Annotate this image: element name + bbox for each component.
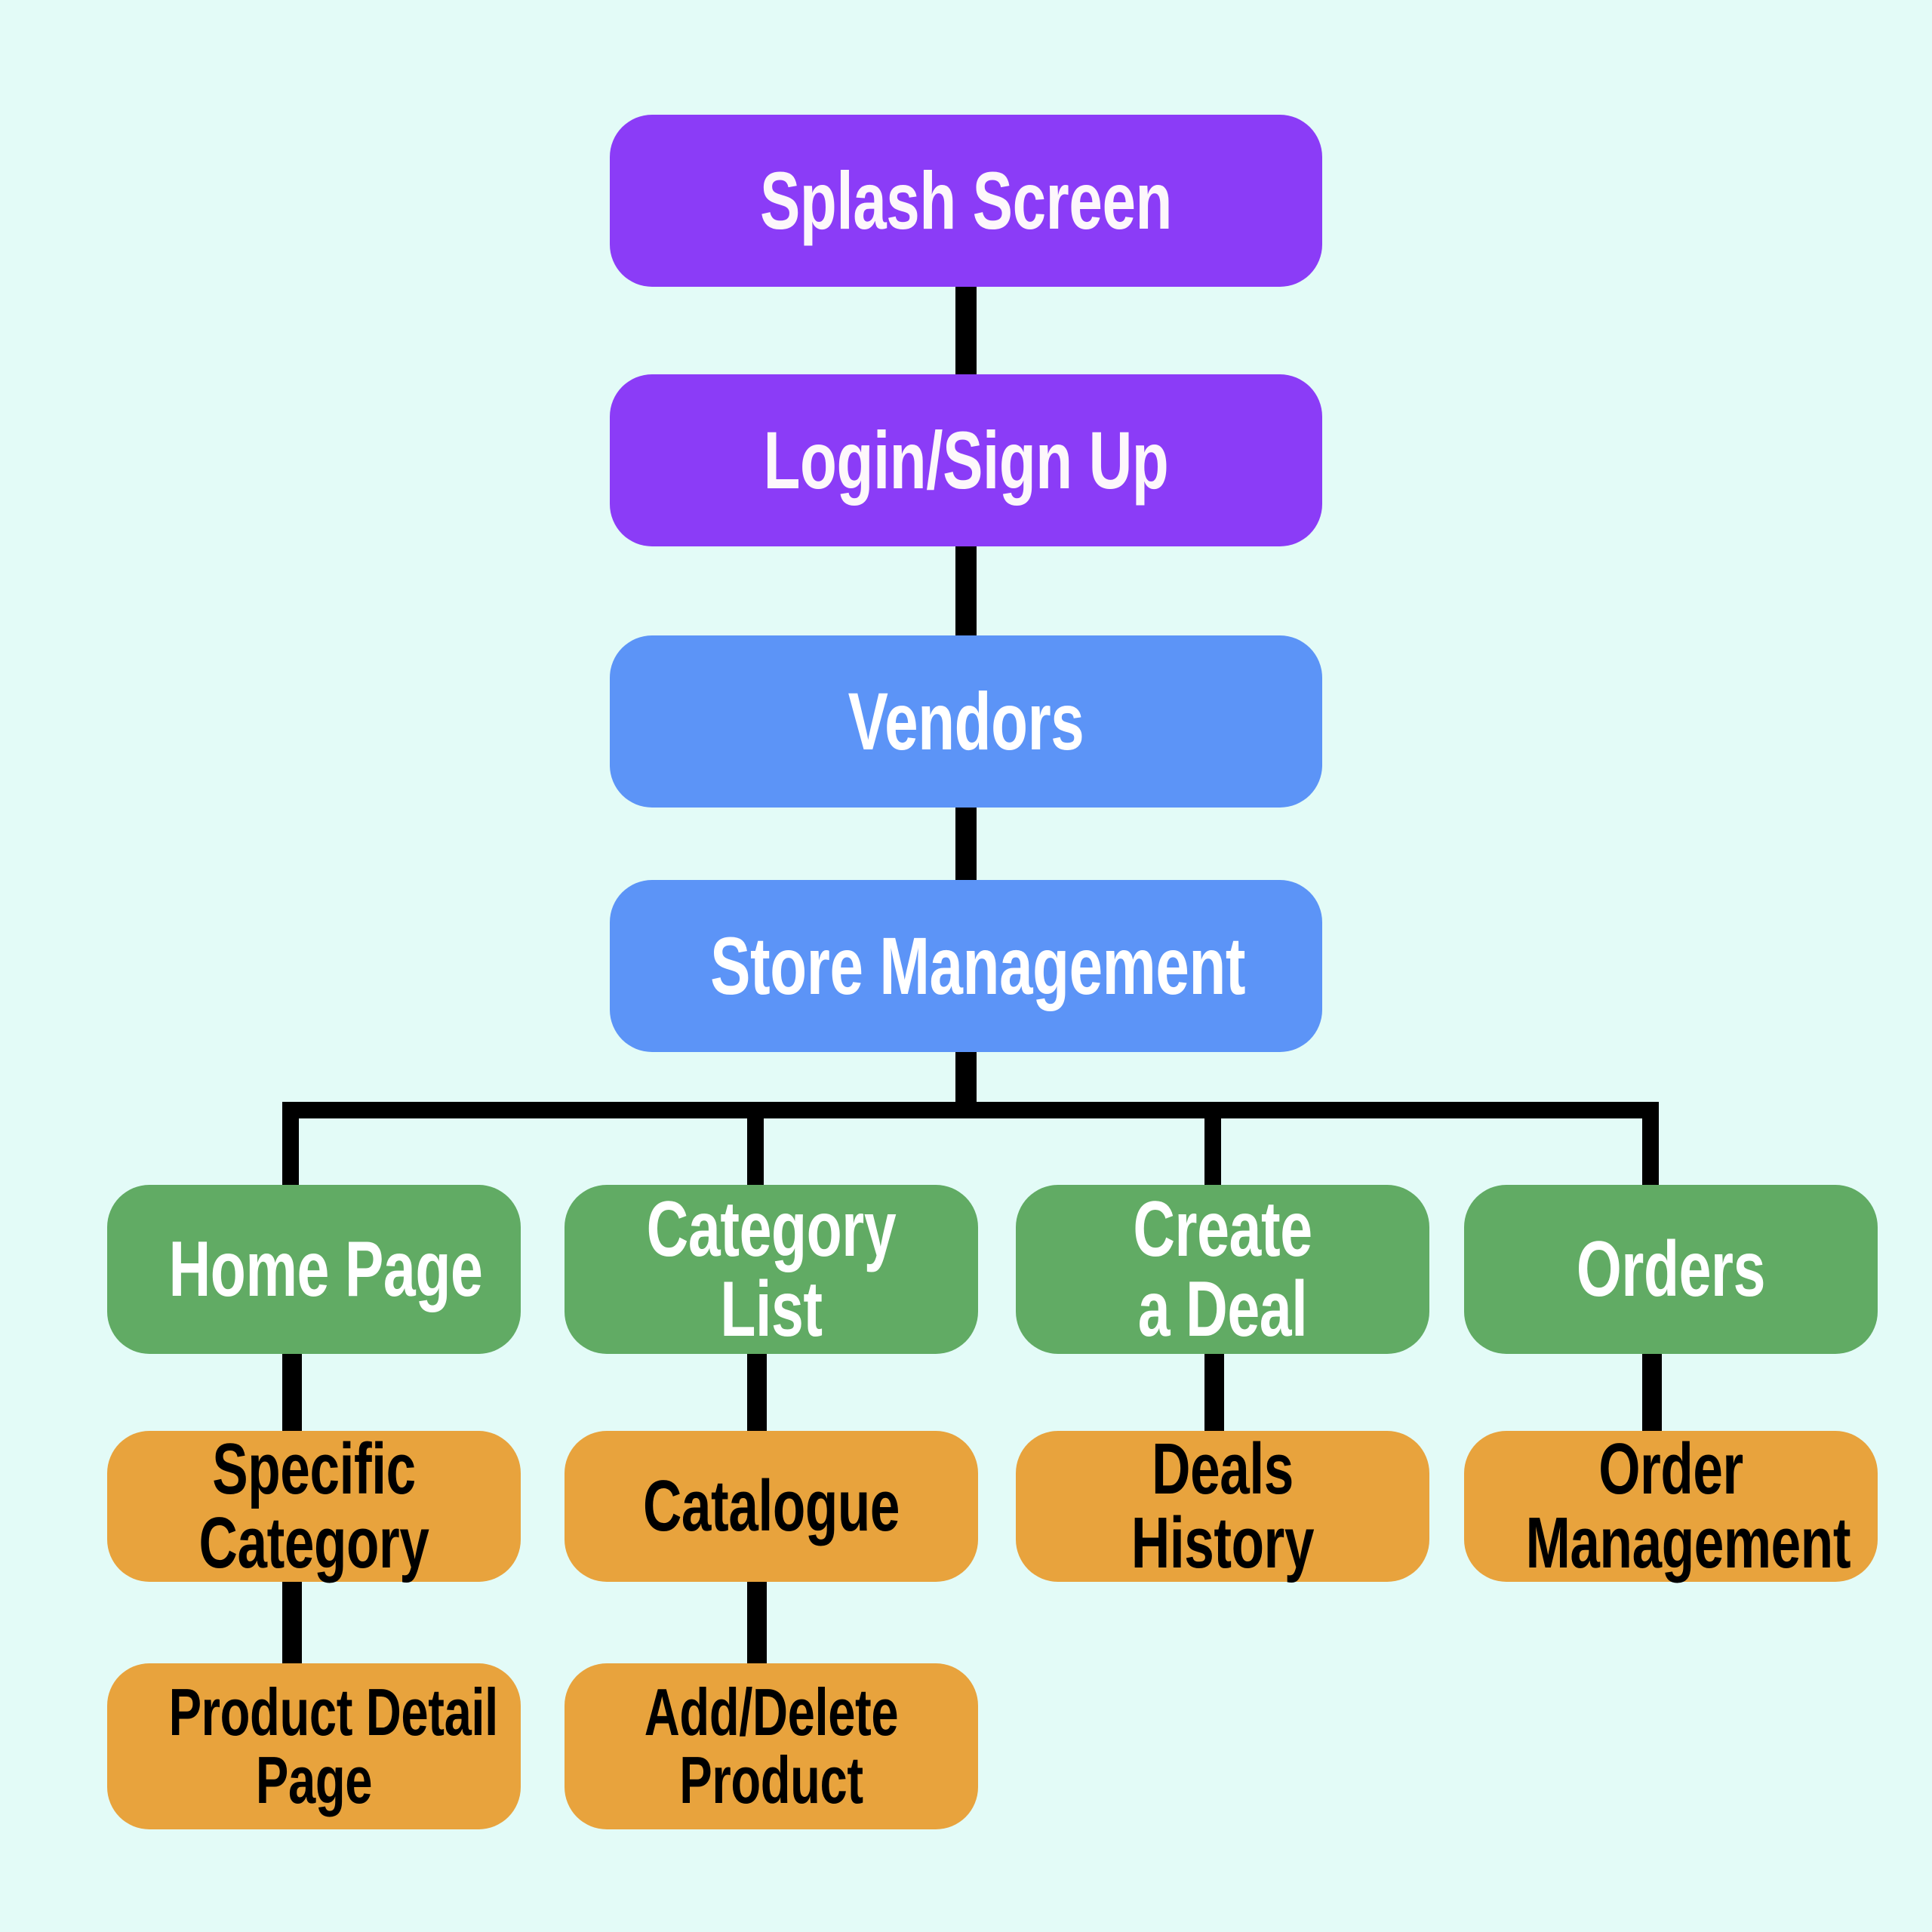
connector-deal-dealshist [1204, 1352, 1224, 1435]
node-login-signup[interactable]: Login/Sign Up [610, 374, 1322, 546]
node-label-home-page: Home Page [168, 1225, 483, 1313]
connector-bus-drop-deal [1204, 1102, 1221, 1186]
connector-bus-horizontal [282, 1102, 1659, 1118]
node-home-page[interactable]: Home Page [107, 1185, 521, 1354]
connector-catalogue-addprod [747, 1579, 767, 1668]
connector-bus-drop-home [282, 1102, 299, 1186]
node-label-product-detail-page: Product Detail Page [168, 1675, 499, 1817]
connector-bus-drop-orders [1642, 1102, 1659, 1186]
node-label-order-management: Order Management [1525, 1429, 1851, 1583]
connector-bus-drop-category [747, 1102, 764, 1186]
node-store-management[interactable]: Store Management [610, 880, 1322, 1052]
node-label-deals-history: Deals History [1131, 1429, 1315, 1583]
connector-catlist-catalogue [747, 1352, 767, 1435]
node-label-store-management: Store Management [710, 919, 1246, 1011]
connector-splash-login [955, 285, 977, 380]
node-catalogue[interactable]: Catalogue [565, 1431, 978, 1582]
node-orders[interactable]: Orders [1464, 1185, 1878, 1354]
connector-orders-ordermgmt [1642, 1352, 1662, 1435]
node-deals-history[interactable]: Deals History [1016, 1431, 1429, 1582]
diagram-canvas: Splash Screen Login/Sign Up Vendors Stor… [0, 0, 1932, 1932]
node-splash-screen[interactable]: Splash Screen [610, 115, 1322, 287]
node-add-delete-product[interactable]: Add/Delete Product [565, 1663, 978, 1829]
node-specific-category[interactable]: Specific Category [107, 1431, 521, 1582]
node-label-catalogue: Catalogue [642, 1466, 900, 1547]
node-label-add-delete-product: Add/Delete Product [644, 1675, 899, 1817]
node-category-list[interactable]: Category List [565, 1185, 978, 1354]
node-label-splash-screen: Splash Screen [759, 154, 1173, 246]
node-create-a-deal[interactable]: Create a Deal [1016, 1185, 1429, 1354]
node-label-vendors: Vendors [848, 675, 1084, 767]
connector-login-vendors [955, 545, 977, 640]
connector-speccat-pdp [282, 1579, 302, 1668]
node-vendors[interactable]: Vendors [610, 635, 1322, 808]
node-label-login-signup: Login/Sign Up [763, 414, 1169, 506]
node-label-category-list: Category List [646, 1185, 897, 1353]
node-label-specific-category: Specific Category [198, 1429, 429, 1583]
node-order-management[interactable]: Order Management [1464, 1431, 1878, 1582]
node-label-orders: Orders [1576, 1225, 1766, 1313]
connector-home-speccat [282, 1352, 302, 1435]
node-product-detail-page[interactable]: Product Detail Page [107, 1663, 521, 1829]
node-label-create-a-deal: Create a Deal [1133, 1185, 1312, 1353]
